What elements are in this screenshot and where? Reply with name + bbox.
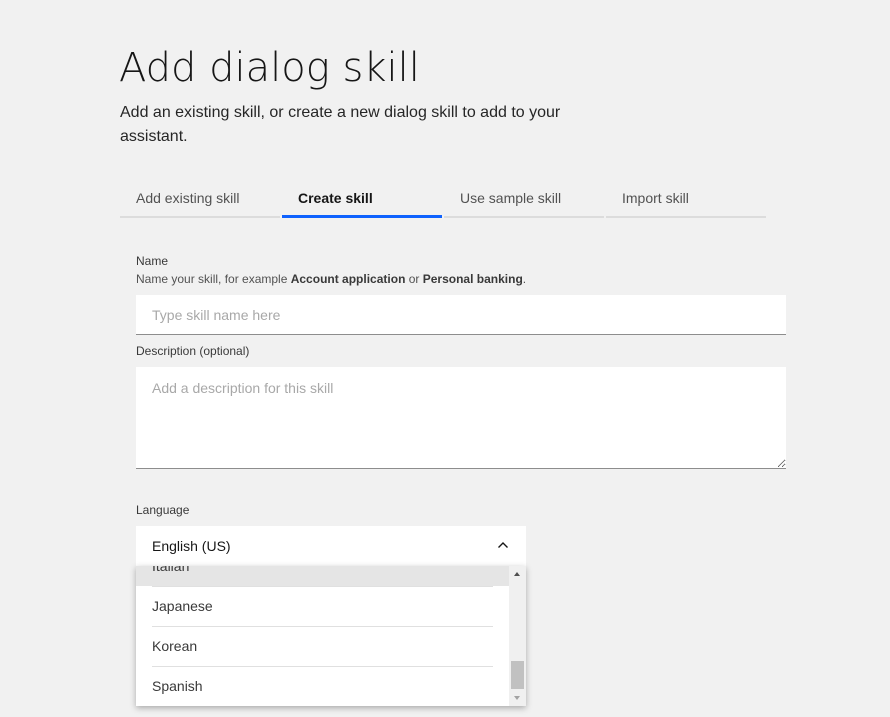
name-helper-suffix: . <box>522 272 527 286</box>
skill-tabs: Add existing skill Create skill Use samp… <box>120 180 768 220</box>
skill-name-input[interactable] <box>136 295 786 335</box>
name-helper-text: Name your skill, for example Account app… <box>136 272 526 286</box>
name-helper-prefix: Name your skill, for example <box>136 272 291 286</box>
tab-import-skill[interactable]: Import skill <box>606 180 766 218</box>
language-select[interactable]: English (US) <box>136 526 526 566</box>
name-helper-example-2: Personal banking <box>422 272 523 286</box>
language-option-spanish[interactable]: Spanish <box>136 666 509 706</box>
scroll-up-arrow-icon[interactable] <box>514 572 520 576</box>
name-label: Name <box>136 254 169 268</box>
tab-create-skill[interactable]: Create skill <box>282 180 442 218</box>
language-option-korean[interactable]: Korean <box>136 626 509 666</box>
language-option-japanese[interactable]: Japanese <box>136 586 509 626</box>
page-title: Add dialog skill <box>119 45 420 91</box>
tab-use-sample-skill[interactable]: Use sample skill <box>444 180 604 218</box>
dropdown-scrollbar[interactable] <box>509 566 526 706</box>
language-options-list: Italian Japanese Korean Spanish <box>136 566 509 706</box>
name-helper-or: or <box>405 272 423 286</box>
tab-add-existing-skill[interactable]: Add existing skill <box>120 180 280 218</box>
language-dropdown-menu: Italian Japanese Korean Spanish <box>136 566 526 706</box>
chevron-up-icon <box>498 542 508 548</box>
scrollbar-thumb[interactable] <box>511 661 524 689</box>
description-textarea[interactable] <box>136 367 786 469</box>
language-label: Language <box>136 503 190 517</box>
language-option-italian[interactable]: Italian <box>136 566 509 586</box>
description-label: Description (optional) <box>136 344 250 358</box>
page-subtitle: Add an existing skill, or create a new d… <box>120 104 561 145</box>
scroll-down-arrow-icon[interactable] <box>514 696 520 700</box>
name-helper-example-1: Account application <box>290 272 406 286</box>
language-selected-value: English (US) <box>152 538 231 554</box>
